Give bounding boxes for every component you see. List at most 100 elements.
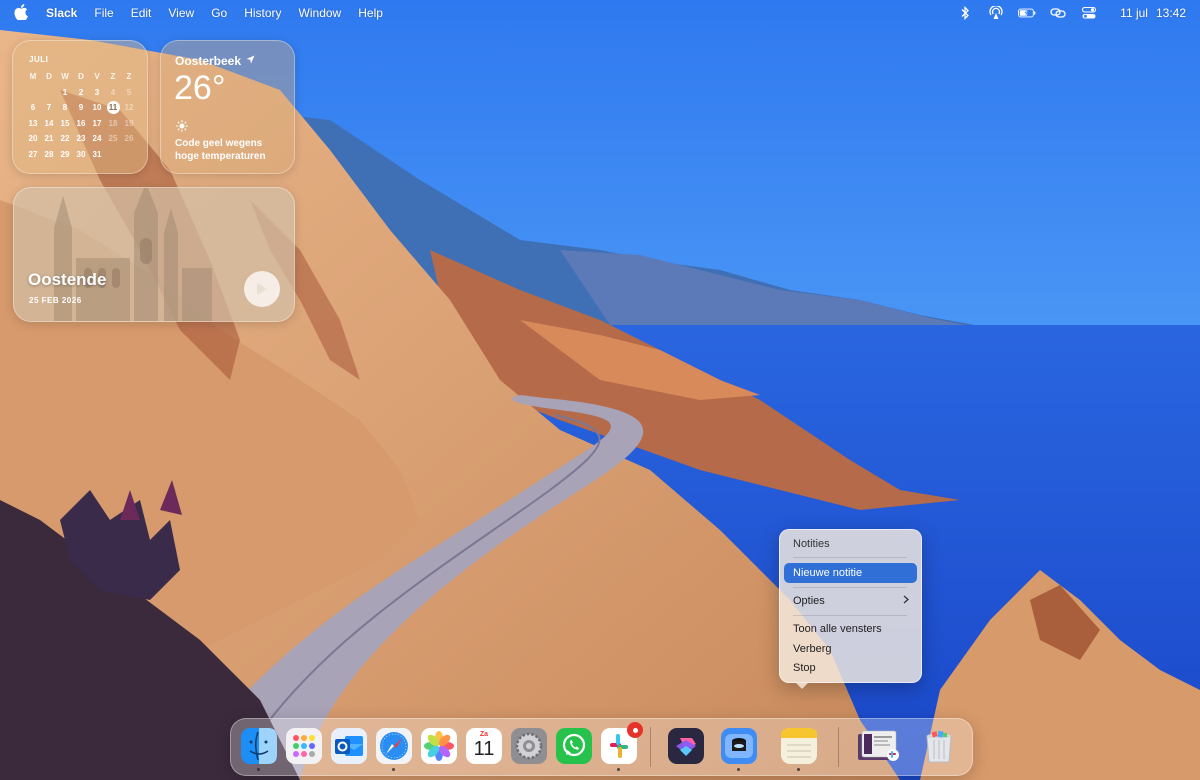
running-indicator xyxy=(797,768,800,771)
menu-item-show-all-windows[interactable]: Toon alle vensters xyxy=(784,619,917,639)
calendar-day: 12 xyxy=(124,103,134,113)
dock-app-slack[interactable] xyxy=(601,722,643,764)
calendar-day: 24 xyxy=(92,134,102,144)
menu-edit[interactable]: Edit xyxy=(131,6,152,20)
menu-help[interactable]: Help xyxy=(358,6,383,20)
whatsapp-icon xyxy=(556,728,592,764)
calendar-day: 30 xyxy=(76,149,86,159)
weather-widget[interactable]: Oosterbeek 26° Code geel wegens hoge tem… xyxy=(160,40,295,174)
menubar-time[interactable]: 13:42 xyxy=(1156,6,1186,20)
downloads-stack-icon xyxy=(858,730,899,761)
screen-mirroring-icon[interactable] xyxy=(1049,5,1067,21)
menu-file[interactable]: File xyxy=(94,6,113,20)
calendar-day xyxy=(105,147,121,163)
photo-date: 25 FEB 2026 xyxy=(29,296,82,305)
shortcuts-icon xyxy=(668,728,704,764)
menu-window[interactable]: Window xyxy=(299,6,342,20)
running-indicator xyxy=(392,768,395,771)
calendar-day: 2 xyxy=(78,87,84,97)
menu-go[interactable]: Go xyxy=(211,6,227,20)
chevron-right-icon xyxy=(903,591,909,611)
menu-item-new-note[interactable]: Nieuwe notitie xyxy=(784,563,917,583)
badge-dot xyxy=(632,727,638,733)
calendar-month: JULI xyxy=(29,55,49,64)
dock-app-system-settings[interactable] xyxy=(511,728,547,764)
dock-app-outlook[interactable] xyxy=(331,728,367,764)
weekday-label: Z xyxy=(126,72,132,82)
safari-icon xyxy=(376,728,412,764)
calendar-day: 26 xyxy=(124,134,134,144)
location-arrow-icon xyxy=(246,55,255,64)
menu-app-name[interactable]: Slack xyxy=(46,6,77,20)
calendar-day: 19 xyxy=(124,118,134,128)
calendar-day: 5 xyxy=(126,87,132,97)
weekday-label: D xyxy=(78,72,84,82)
photos-widget[interactable]: Oostende 25 FEB 2026 xyxy=(13,187,295,322)
weather-city-label: Oosterbeek xyxy=(175,54,242,68)
menu-separator xyxy=(793,557,907,558)
weather-city: Oosterbeek xyxy=(175,54,255,68)
dock-divider xyxy=(650,727,651,767)
finder-icon xyxy=(241,728,277,764)
calendar-today-label: 11 xyxy=(106,101,120,115)
weather-temperature: 26° xyxy=(174,69,226,107)
dock-app-shortcuts[interactable] xyxy=(668,728,704,764)
dock-app-preview[interactable] xyxy=(721,728,757,764)
calendar-day: 4 xyxy=(110,87,116,97)
dock-divider xyxy=(838,727,839,767)
calendar-day: 7 xyxy=(46,103,52,113)
calendar-day: 9 xyxy=(78,103,84,113)
gear-icon xyxy=(511,728,547,764)
notes-icon xyxy=(781,728,817,764)
calendar-day: 3 xyxy=(94,87,100,97)
calendar-grid: M D W D V Z Z 1 2 3 4 5 6 7 8 9 10 11 12… xyxy=(25,69,137,162)
dock: Za 11 xyxy=(230,718,973,776)
menu-item-hide[interactable]: Verberg xyxy=(784,639,917,659)
calendar-day: 8 xyxy=(62,103,68,113)
calendar-icon-day: Za xyxy=(479,731,489,738)
apple-logo-icon[interactable] xyxy=(14,4,32,22)
dock-app-whatsapp[interactable] xyxy=(556,728,592,764)
airdrop-icon[interactable] xyxy=(987,5,1005,21)
dock-app-launchpad[interactable] xyxy=(286,728,322,764)
context-menu-title: Notities xyxy=(793,538,830,550)
dock-app-finder[interactable] xyxy=(241,728,277,764)
menu-view[interactable]: View xyxy=(168,6,194,20)
calendar-day xyxy=(41,85,57,101)
weekday-label: Z xyxy=(110,72,116,82)
menu-separator xyxy=(793,587,907,588)
battery-icon[interactable] xyxy=(1018,5,1036,21)
calendar-widget[interactable]: JULI M D W D V Z Z 1 2 3 4 5 6 7 8 9 10 … xyxy=(12,40,148,174)
calendar-day: 27 xyxy=(28,149,38,159)
preview-icon xyxy=(721,728,757,764)
control-center-icon[interactable] xyxy=(1080,5,1098,21)
menu-item-options[interactable]: Opties xyxy=(784,591,917,611)
menu-history[interactable]: History xyxy=(244,6,281,20)
calendar-day: 25 xyxy=(108,134,118,144)
weekday-label: W xyxy=(61,72,69,82)
play-icon[interactable] xyxy=(244,271,280,307)
bluetooth-icon[interactable] xyxy=(956,5,974,21)
running-indicator xyxy=(257,768,260,771)
dock-app-safari[interactable] xyxy=(376,728,412,764)
running-indicator xyxy=(617,768,620,771)
calendar-day: 15 xyxy=(60,118,70,128)
menu-separator xyxy=(793,615,907,616)
calendar-day: 28 xyxy=(44,149,54,159)
calendar-day: 16 xyxy=(76,118,86,128)
menu-item-quit[interactable]: Stop xyxy=(784,658,917,678)
menubar-date[interactable]: 11 jul xyxy=(1120,6,1148,20)
weekday-label: M xyxy=(29,72,37,82)
calendar-day: 29 xyxy=(60,149,70,159)
calendar-icon-date: 11 xyxy=(473,738,495,760)
outlook-icon xyxy=(331,728,367,764)
calendar-day xyxy=(25,85,41,101)
dock-trash[interactable] xyxy=(921,728,957,764)
calendar-day: 10 xyxy=(92,103,102,113)
calendar-day: 6 xyxy=(30,103,36,113)
dock-app-notes[interactable] xyxy=(781,728,817,764)
dock-app-photos[interactable] xyxy=(421,728,457,764)
dock-downloads-stack[interactable] xyxy=(856,728,899,764)
photos-icon xyxy=(421,728,457,764)
dock-app-calendar[interactable]: Za 11 xyxy=(466,728,502,764)
